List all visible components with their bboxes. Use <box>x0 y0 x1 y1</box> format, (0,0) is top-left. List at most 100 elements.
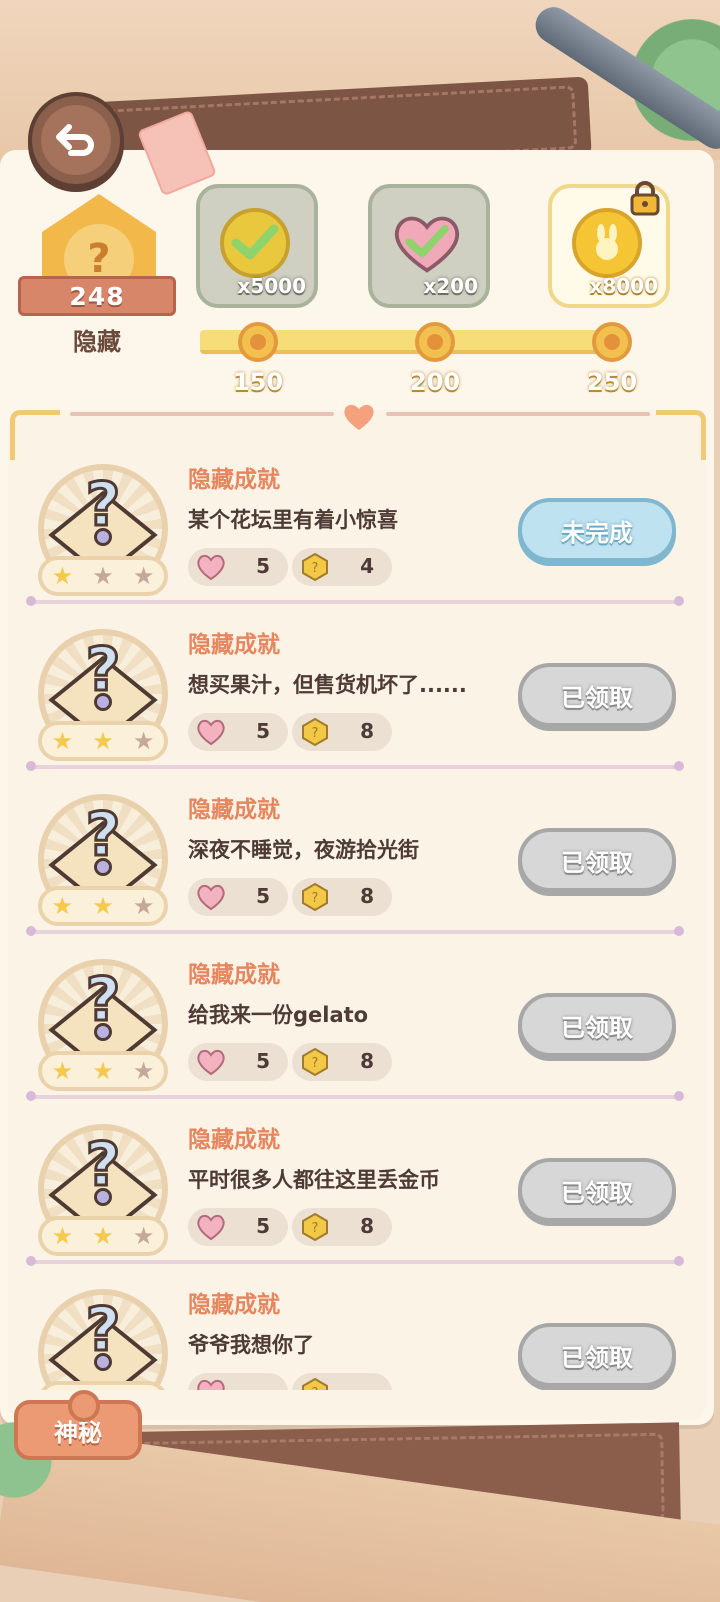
coin-count: 8 <box>360 1214 374 1238</box>
star-icon: ★ <box>92 1057 114 1085</box>
heart-icon <box>344 404 374 430</box>
achievement-medal: ? ★ ★ ★ <box>38 794 168 926</box>
achievement-medal: ? ★ ★ ★ <box>38 1124 168 1256</box>
star-rating: ★ ★ ★ <box>38 886 168 926</box>
claimed-button[interactable]: 已领取 <box>518 828 676 892</box>
achievement-medal: ? ★ ★ ★ <box>38 959 168 1091</box>
claimed-button[interactable]: 已领取 <box>518 1158 676 1222</box>
divider <box>26 596 684 606</box>
coin-icon: ? <box>302 1377 328 1390</box>
star-rating: ★ ★ ★ <box>38 556 168 596</box>
achievement-desc: 某个花坛里有着小惊喜 <box>188 508 398 532</box>
achievement-list[interactable]: ? ★ ★ ★ 隐藏成就 某个花坛里有着小惊喜 5 ? 4 未完成 ? ★ ★ … <box>20 448 700 1390</box>
reward-amount: x5000 <box>237 274 306 298</box>
hidden-score: 248 <box>69 281 125 311</box>
star-icon: ★ <box>133 1389 155 1390</box>
coin-reward: ? 8 <box>292 878 392 916</box>
claimed-button[interactable]: 已领取 <box>518 993 676 1057</box>
ornament-line <box>386 412 650 416</box>
star-icon: ★ <box>92 1389 114 1390</box>
divider <box>26 1091 684 1101</box>
check-icon <box>231 224 279 260</box>
reward-card-250[interactable]: x8000 <box>548 181 670 308</box>
coin-count: 8 <box>360 884 374 908</box>
heart-reward: 5 <box>188 713 288 751</box>
divider <box>26 1256 684 1266</box>
milestone-label: 150 <box>232 368 284 396</box>
rank-label: 隐藏 <box>73 328 121 356</box>
star-rating: ★ ★ ★ <box>38 1381 168 1390</box>
coin-reward: ? 8 <box>292 1043 392 1081</box>
hidden-rank-badge: ? 248 隐藏 <box>18 190 176 360</box>
heart-count: 5 <box>256 1214 270 1238</box>
svg-text:?: ? <box>312 1056 319 1071</box>
tab-mystery[interactable]: 神秘 <box>14 1390 142 1460</box>
svg-text:?: ? <box>312 561 319 576</box>
achievement-medal: ? ★ ★ ★ <box>38 629 168 761</box>
star-rating: ★ ★ ★ <box>38 721 168 761</box>
star-icon: ★ <box>92 1222 114 1250</box>
coin-icon: ? <box>302 882 328 912</box>
achievement-desc: 平时很多人都往这里丢金币 <box>188 1168 440 1192</box>
milestone-label: 200 <box>409 368 461 396</box>
star-icon: ★ <box>92 727 114 755</box>
heart-reward: 5 <box>188 1208 288 1246</box>
star-icon: ★ <box>52 1389 74 1390</box>
achievement-title: 隐藏成就 <box>188 962 280 988</box>
list-item: ? ★ ★ ★ 隐藏成就 深夜不睡觉，夜游拾光街 5 ? 8 已领取 <box>20 786 700 951</box>
coin-icon <box>572 208 642 278</box>
star-icon: ★ <box>132 562 155 590</box>
star-icon: ★ <box>51 892 74 920</box>
achievement-medal: ? ★ ★ ★ <box>38 1289 168 1390</box>
heart-icon <box>197 719 225 746</box>
coin-count: 4 <box>360 554 374 578</box>
achievement-desc: 想买果汁，但售货机坏了...... <box>188 673 467 697</box>
claimed-button[interactable]: 已领取 <box>518 663 676 727</box>
coin-icon <box>220 208 290 278</box>
star-icon: ★ <box>132 892 155 920</box>
heart-reward: 5 <box>188 878 288 916</box>
star-rating: ★ ★ ★ <box>38 1051 168 1091</box>
heart-icon <box>197 1214 225 1241</box>
divider <box>26 926 684 936</box>
claimed-button[interactable]: 已领取 <box>518 1323 676 1387</box>
heart-count: 5 <box>256 884 270 908</box>
heart-icon <box>392 208 462 278</box>
achievement-desc: 给我来一份gelato <box>188 1003 369 1027</box>
coin-count: 8 <box>360 1049 374 1073</box>
svg-text:?: ? <box>312 1221 319 1236</box>
coin-icon: ? <box>302 717 328 747</box>
achievement-title: 隐藏成就 <box>188 632 280 658</box>
back-arrow-icon <box>56 124 94 156</box>
coin-reward: ? 8 <box>292 1208 392 1246</box>
list-item: ? ★ ★ ★ 隐藏成就 想买果汁，但售货机坏了...... 5 ? 8 已领取 <box>20 621 700 786</box>
heart-count: 5 <box>256 554 270 578</box>
ornament-line <box>70 412 334 416</box>
star-icon: ★ <box>51 1222 74 1250</box>
achievement-title: 隐藏成就 <box>188 1292 280 1318</box>
milestone-node-200 <box>415 322 455 362</box>
svg-text:?: ? <box>312 726 319 741</box>
heart-reward: 5 <box>188 1043 288 1081</box>
heart-icon <box>197 1049 225 1076</box>
achievement-title: 隐藏成就 <box>188 797 280 823</box>
incomplete-button[interactable]: 未完成 <box>518 498 676 562</box>
list-item: ? ★ ★ ★ 隐藏成就 爷爷我想你了 ? 已领取 <box>20 1281 700 1390</box>
score-ribbon: 248 <box>18 276 176 316</box>
reward-card-200[interactable]: x200 <box>368 184 490 308</box>
bunny-icon <box>596 224 618 260</box>
back-button[interactable] <box>28 92 124 188</box>
star-icon: ★ <box>51 727 74 755</box>
achievement-desc: 爷爷我想你了 <box>188 1333 314 1357</box>
star-icon: ★ <box>92 892 114 920</box>
reward-card-150[interactable]: x5000 <box>196 184 318 308</box>
coin-reward: ? 4 <box>292 548 392 586</box>
list-item: ? ★ ★ ★ 隐藏成就 给我来一份gelato 5 ? 8 已领取 <box>20 951 700 1116</box>
achievement-desc: 深夜不睡觉，夜游拾光街 <box>188 838 419 862</box>
milestone-node-150 <box>238 322 278 362</box>
heart-count: 5 <box>256 1049 270 1073</box>
coin-icon: ? <box>302 552 328 582</box>
star-icon: ★ <box>132 1222 155 1250</box>
heart-icon <box>197 1379 225 1390</box>
lock-icon <box>630 181 660 216</box>
